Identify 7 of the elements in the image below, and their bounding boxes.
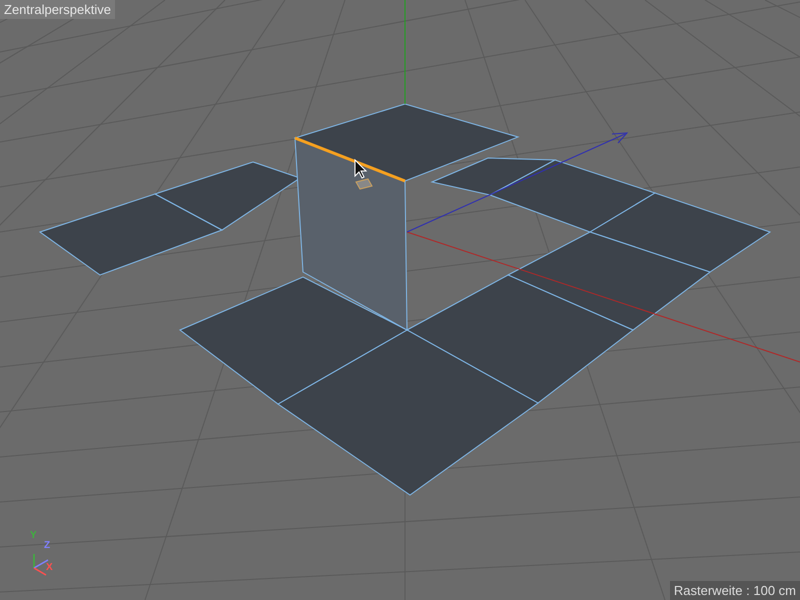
axis-label: Y (30, 531, 37, 541)
viewport-title: Zentralperspektive (0, 0, 115, 19)
grid-spacing-label: Rasterweite : 100 cm (670, 581, 800, 600)
edge-tool-icon (355, 178, 373, 190)
axis-label: X (46, 563, 53, 573)
cursor-icon (354, 158, 368, 179)
axis-label: Z (44, 541, 50, 551)
